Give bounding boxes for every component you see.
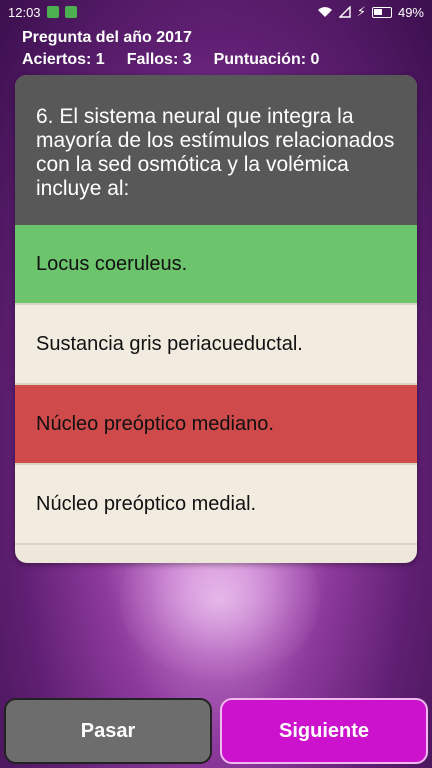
app-notification-icon [46,6,59,18]
question-year-title: Pregunta del año 2017 [22,29,192,46]
quiz-header: Pregunta del año 2017 Aciertos: 1 Fallos… [22,27,319,71]
skip-button[interactable]: Pasar [4,698,212,764]
next-button[interactable]: Siguiente [220,698,428,764]
clock: 12:03 [8,4,41,20]
option-4[interactable]: Núcleo preóptico medial. [15,465,417,545]
option-label: Locus coeruleus. [36,252,188,275]
android-notification-icon [64,6,77,18]
score: Puntuación: 0 [213,51,320,68]
charging-icon: ⚡ [356,4,366,19]
correct-count: Aciertos: 1 [22,51,105,68]
option-1[interactable]: Locus coeruleus. [15,225,417,305]
wifi-icon [317,7,332,17]
signal-icon [338,6,351,18]
question-text: 6. El sistema neural que integra la mayo… [15,75,417,225]
option-2[interactable]: Sustancia gris periacueductal. [15,305,417,385]
battery-icon [371,6,392,18]
score-stats: Aciertos: 1 Fallos: 3 Puntuación: 0 [22,49,319,71]
option-label: Sustancia gris periacueductal. [36,332,303,355]
option-3[interactable]: Núcleo preóptico mediano. [15,385,417,465]
battery-level: 49% [397,4,424,20]
status-bar: 12:03 ⚡ 49% [0,0,432,24]
option-label: Núcleo preóptico mediano. [36,412,274,435]
bottom-buttons: Pasar Siguiente [4,698,428,764]
status-right: ⚡ 49% [317,4,424,20]
wrong-count: Fallos: 3 [126,51,192,68]
status-left: 12:03 [8,5,77,20]
question-card: 6. El sistema neural que integra la mayo… [15,75,417,563]
option-label: Núcleo preóptico medial. [36,492,257,515]
